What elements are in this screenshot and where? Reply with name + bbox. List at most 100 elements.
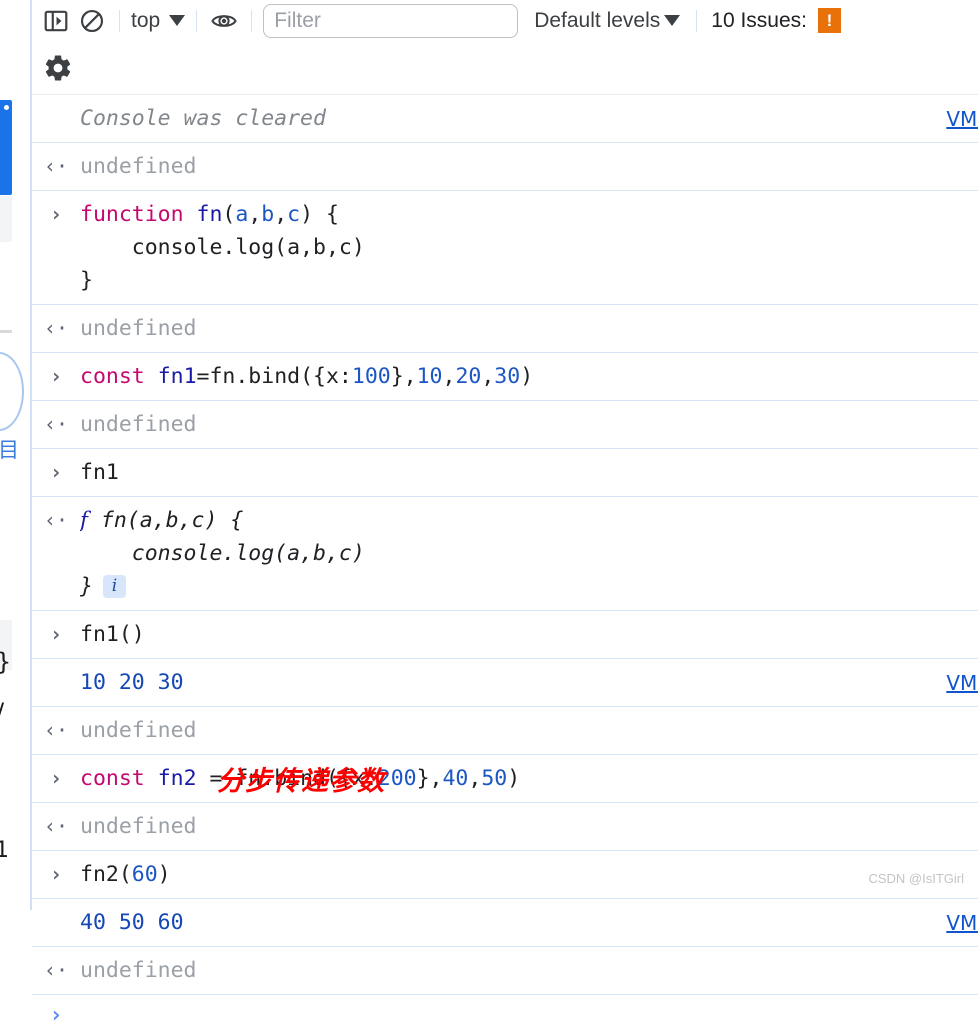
console-row[interactable]: 10 20 30 VM4 [32,659,978,707]
background-circle-shape [0,352,24,431]
code-token: , [248,202,262,227]
issues-button[interactable]: 10 Issues: ! [711,8,841,33]
toolbar-divider [119,9,120,32]
input-arrow-icon: › [49,460,63,484]
watermark: CSDN @IsITGirl [868,871,964,886]
output-arrow-icon: ‹· [43,958,69,982]
console-row[interactable]: › fn1() [32,611,978,659]
code-token: , [274,202,288,227]
console-row-text: undefined [80,958,197,983]
code-token: fn1 [157,364,197,389]
info-badge-icon[interactable]: i [102,575,126,598]
background-glyph: } [0,650,11,674]
clear-console-glyph [80,9,104,32]
console-row[interactable]: ‹· undefined [32,401,978,449]
console-row[interactable]: ‹· undefined [32,803,978,851]
eye-glyph [211,14,237,27]
console-prompt-row[interactable]: › [32,995,978,1035]
console-row[interactable]: › fn1 [32,449,978,497]
code-token: , [481,364,495,389]
eye-icon[interactable] [206,4,242,37]
console-row-text: undefined [80,316,197,341]
console-row[interactable]: ‹· undefined [32,707,978,755]
console-row[interactable]: › const fn2 = fn.bind({x:200},40,50) [32,755,978,803]
background-gray-band [0,196,12,242]
background-glyph: 1 [0,840,9,862]
code-token: const [80,364,145,389]
console-row[interactable]: ‹· f fn(a,b,c) { console.log(a,b,c) } i [32,497,978,611]
code-token: , [468,766,482,791]
clear-console-icon[interactable] [74,4,110,37]
issues-warning-badge: ! [818,8,841,33]
console-row[interactable]: 40 50 60 VM4 [32,899,978,947]
output-arrow-icon: ‹· [43,316,69,340]
console-row-text: 10 20 30 [80,670,184,695]
code-token: = fn.bind({x: [196,766,378,791]
console-row-text: fn1() [80,618,978,651]
console-row[interactable]: › const fn1=fn.bind({x:100},10,20,30) [32,353,978,401]
prompt-caret-icon: › [49,1002,63,1028]
code-token: const [80,766,145,791]
console-row-text: function fn(a,b,c) { console.log(a,b,c) … [80,198,978,297]
background-blue-marker [0,100,12,195]
chevron-down-icon [664,15,681,26]
console-settings-bar [32,41,978,95]
code-token: fn2 [157,766,197,791]
code-token: fn2( [80,862,132,887]
console-toolbar: top Default levels 10 Issues: [32,0,978,41]
console-row[interactable]: › fn2(60) [32,851,978,899]
code-token: }, [416,766,443,791]
log-levels-selector[interactable]: Default levels [534,9,681,33]
source-link[interactable]: VM4 [946,907,978,940]
code-token: ) [507,766,521,791]
input-arrow-icon: › [49,862,63,886]
console-row-text: fn2(60) [80,858,978,891]
input-arrow-icon: › [49,364,63,388]
source-link[interactable]: VM3 [946,103,978,136]
background-rule [0,330,12,333]
issues-label: 10 Issues: [711,8,807,32]
output-arrow-icon: ‹· [43,154,69,178]
panel-left-icon[interactable] [38,4,74,37]
code-token: fn1 [80,460,119,485]
code-token: 30 [494,364,521,389]
code-token: fn1() [80,622,145,647]
code-token: 40 [442,766,469,791]
code-token: ) [157,862,171,887]
console-row-text: const fn2 = fn.bind({x:200},40,50) [80,762,978,795]
output-arrow-icon: ‹· [43,508,69,532]
console-row-text: f fn(a,b,c) { console.log(a,b,c) } i [80,504,978,603]
execution-context-selector[interactable]: top [129,9,187,33]
code-token: , [442,364,456,389]
gear-icon[interactable] [40,51,76,84]
input-arrow-icon: › [49,202,63,226]
console-row[interactable]: ‹· undefined [32,305,978,353]
devtools-panel: top Default levels 10 Issues: [30,0,978,1028]
console-message-list: Console was cleared VM3 ‹· undefined › functi… [32,95,978,995]
console-row-text: Console was cleared [80,106,326,131]
console-row-text: const fn1=fn.bind({x:100},10,20,30) [80,360,978,393]
toolbar-divider [196,9,198,32]
code-token: }, [390,364,417,389]
code-token: ( [222,202,236,227]
console-row[interactable]: ‹· undefined [32,143,978,191]
source-link[interactable]: VM4 [946,667,978,700]
console-row-text: 40 50 60 [80,910,184,935]
console-row-text: undefined [80,412,197,437]
console-row[interactable]: › function fn(a,b,c) { console.log(a,b,c)… [32,191,978,305]
code-token: c [287,202,301,227]
console-row-text: undefined [80,814,197,839]
code-token: fn [196,202,223,227]
console-row[interactable]: Console was cleared VM3 [32,95,978,143]
input-arrow-icon: › [49,622,63,646]
background-glyph: / [0,700,4,724]
code-token: 100 [351,364,391,389]
filter-input[interactable] [263,3,519,38]
code-token: =fn.bind({x: [196,364,352,389]
console-row-text: fn1 [80,456,978,489]
console-row[interactable]: ‹· undefined [32,947,978,995]
console-row-text: undefined [80,154,197,179]
code-token: 10 [416,364,443,389]
